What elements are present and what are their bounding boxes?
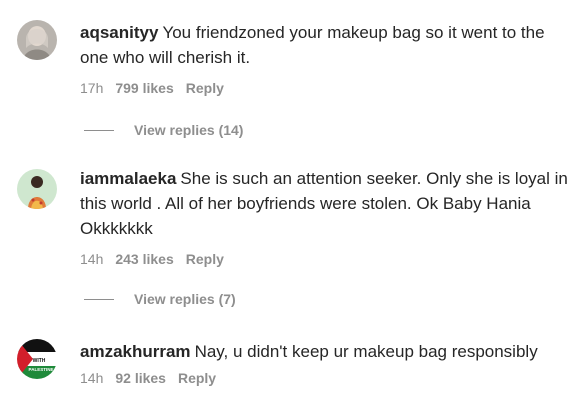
- timestamp: 14h: [80, 370, 104, 386]
- comment-body: Nay, u didn't keep ur makeup bag respons…: [194, 342, 538, 361]
- avatar[interactable]: WITH PALESTINE: [17, 339, 57, 379]
- comment-text: aqsanityy You friendzoned your makeup bag…: [80, 20, 570, 70]
- divider-line: [84, 298, 114, 300]
- avatar[interactable]: [17, 20, 57, 60]
- username-link[interactable]: amzakhurram: [80, 342, 191, 361]
- avatar[interactable]: [17, 169, 57, 209]
- comment-meta: 14h 92 likes Reply: [80, 370, 570, 386]
- view-replies-button[interactable]: View replies (7): [84, 291, 236, 307]
- timestamp: 14h: [80, 251, 104, 267]
- reply-button[interactable]: Reply: [178, 370, 216, 386]
- username-link[interactable]: aqsanityy: [80, 23, 158, 42]
- avatar-image: [17, 20, 57, 60]
- avatar-image: [17, 169, 57, 209]
- avatar-image: WITH PALESTINE: [17, 339, 57, 379]
- comment-text: amzakhurram Nay, u didn't keep ur makeup …: [80, 339, 570, 364]
- view-replies-button[interactable]: View replies (14): [84, 122, 243, 138]
- view-replies-label: View replies (7): [134, 291, 236, 307]
- view-replies-label: View replies (14): [134, 122, 244, 138]
- timestamp: 17h: [80, 80, 104, 96]
- avatar-text: PALESTINE: [29, 367, 54, 372]
- comment-meta: 14h 243 likes Reply: [80, 251, 570, 267]
- comment-text: iammalaeka She is such an attention seeke…: [80, 166, 570, 241]
- divider-line: [84, 129, 114, 131]
- reply-button[interactable]: Reply: [186, 251, 224, 267]
- comment-meta: 17h 799 likes Reply: [80, 80, 570, 96]
- likes-count[interactable]: 799 likes: [115, 80, 173, 96]
- avatar-text: WITH: [33, 358, 46, 364]
- reply-button[interactable]: Reply: [186, 80, 224, 96]
- username-link[interactable]: iammalaeka: [80, 169, 176, 188]
- likes-count[interactable]: 92 likes: [115, 370, 166, 386]
- likes-count[interactable]: 243 likes: [115, 251, 173, 267]
